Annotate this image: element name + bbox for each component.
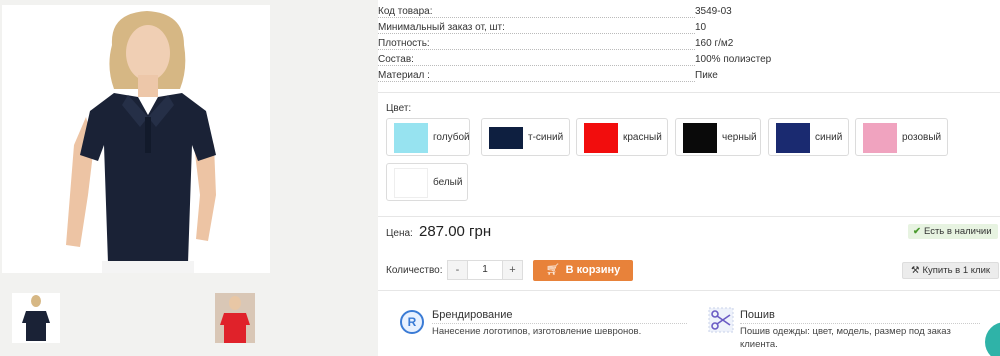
stock-badge: ✔ Есть в наличии [908, 224, 998, 239]
spec-row: Плотность: 160 г/м2 [378, 37, 1000, 53]
spec-value: Пике [695, 70, 718, 81]
color-option-red[interactable]: красный [576, 118, 668, 156]
spec-row: Код товара: 3549-03 [378, 5, 1000, 21]
buy-one-click-label: Купить в 1 клик [922, 265, 991, 276]
quantity-stepper: - 1 + [447, 260, 523, 280]
registered-icon: R [400, 310, 424, 334]
price-value: 287.00 грн [419, 223, 492, 240]
color-option-light-blue[interactable]: голубой [386, 118, 470, 156]
color-chip [584, 123, 618, 153]
color-name: розовый [902, 132, 942, 143]
cart-icon: 🛒︎ [545, 264, 560, 276]
color-chip [776, 123, 810, 153]
service-title-branding: Брендирование [432, 309, 513, 321]
quantity-decrement-button[interactable]: - [448, 261, 468, 279]
spec-key: Состав: [378, 54, 417, 65]
quantity-increment-button[interactable]: + [502, 261, 522, 279]
color-name: синий [815, 132, 843, 143]
product-info-panel: Код товара: 3549-03 Минимальный заказ от… [378, 0, 1000, 356]
thumbnail-navy[interactable] [12, 293, 60, 343]
spec-row: Состав: 100% полиэстер [378, 53, 1000, 69]
scissors-icon [708, 307, 734, 333]
color-chip [394, 123, 428, 153]
color-chip [394, 168, 428, 198]
quantity-input[interactable]: 1 [468, 261, 502, 279]
main-product-photo[interactable] [2, 5, 270, 273]
color-option-pink[interactable]: розовый [855, 118, 948, 156]
spec-row: Минимальный заказ от, шт: 10 [378, 21, 1000, 37]
color-chip [489, 127, 523, 149]
hammer-icon: ⚒ [910, 265, 920, 276]
color-name: красный [623, 132, 662, 143]
spec-key: Код товара: [378, 6, 436, 17]
add-to-cart-label: В корзину [565, 264, 621, 276]
color-selector: Цвет: голубой т-синий красный черный син… [378, 92, 1000, 216]
color-option-white[interactable]: белый [386, 163, 468, 201]
spec-key: Плотность: [378, 38, 433, 49]
spec-value: 3549-03 [695, 6, 732, 17]
thumbnail-red[interactable] [215, 293, 255, 343]
services-section: R Брендирование Нанесение логотипов, изг… [378, 290, 1000, 356]
service-text-sewing: Пошив одежды: цвет, модель, размер под з… [740, 326, 951, 350]
buy-one-click-button[interactable]: ⚒ Купить в 1 клик [902, 262, 999, 279]
spec-value: 160 г/м2 [695, 38, 734, 49]
color-option-dark-navy[interactable]: т-синий [481, 118, 570, 156]
color-option-blue[interactable]: синий [768, 118, 849, 156]
service-text-branding: Нанесение логотипов, изготовление шеврон… [432, 326, 642, 337]
color-name: черный [722, 132, 757, 143]
color-name: голубой [433, 132, 470, 143]
service-title-sewing: Пошив [740, 309, 775, 321]
spec-key: Минимальный заказ от, шт: [378, 22, 508, 33]
spec-key: Материал : [378, 70, 433, 81]
spec-row: Материал : Пике [378, 69, 1000, 85]
color-name: белый [433, 177, 463, 188]
check-icon: ✔ [913, 226, 921, 237]
color-chip [683, 123, 717, 153]
quantity-label: Количество: [386, 265, 443, 276]
spec-value: 10 [695, 22, 707, 33]
color-option-black[interactable]: черный [675, 118, 761, 156]
price-label: Цена: [386, 228, 413, 239]
color-chip [863, 123, 897, 153]
stock-text: Есть в наличии [923, 226, 992, 237]
color-label: Цвет: [386, 103, 412, 114]
color-name: т-синий [528, 132, 564, 143]
add-to-cart-button[interactable]: 🛒︎ В корзину [533, 260, 633, 281]
product-gallery [0, 0, 270, 356]
spec-value: 100% полиэстер [695, 54, 772, 65]
price-section: Цена: 287.00 грн ✔ Есть в наличии Количес… [378, 216, 1000, 290]
